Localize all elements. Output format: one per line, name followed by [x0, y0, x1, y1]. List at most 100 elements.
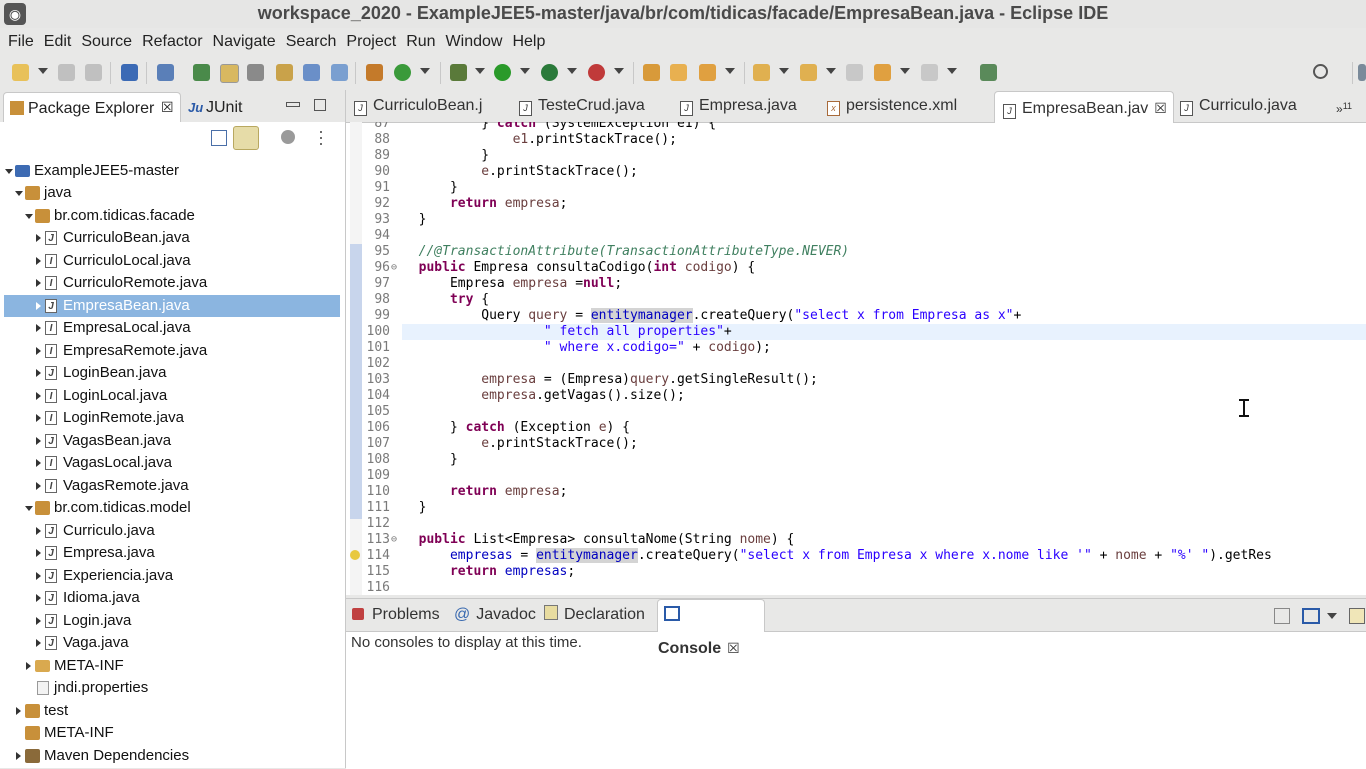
open-console-icon[interactable] [1274, 608, 1290, 624]
tree-item-package[interactable]: br.com.tidicas.model [4, 497, 340, 519]
tree-item-file[interactable]: I VagasLocal.java [4, 452, 340, 474]
run-dropdown-icon[interactable] [520, 68, 530, 74]
overflow-tabs-button[interactable]: »11 [1336, 90, 1352, 122]
tree-item-package[interactable]: br.com.tidicas.facade [4, 205, 340, 227]
run-icon[interactable] [494, 64, 511, 81]
tree-item-file[interactable]: I CurriculoLocal.java [4, 250, 340, 272]
menu-window[interactable]: Window [441, 28, 508, 56]
expand-arrow-icon[interactable] [25, 214, 33, 219]
tree-item-file[interactable]: I LoginLocal.java [4, 385, 340, 407]
skip-breakpoints-icon[interactable] [157, 64, 174, 81]
menu-navigate[interactable]: Navigate [208, 28, 281, 56]
menu-refactor[interactable]: Refactor [137, 28, 207, 56]
tree-item-file[interactable]: I EmpresaRemote.java [4, 340, 340, 362]
expand-arrow-icon[interactable] [36, 414, 41, 422]
open-type-icon[interactable] [276, 64, 293, 81]
menu-edit[interactable]: Edit [39, 28, 77, 56]
tree-item-file[interactable]: J VagasBean.java [4, 430, 340, 452]
search-icon[interactable] [1313, 64, 1328, 79]
expand-arrow-icon[interactable] [26, 662, 31, 670]
toggle-mark-icon[interactable] [193, 64, 210, 81]
expand-arrow-icon[interactable] [36, 347, 41, 355]
menu-help[interactable]: Help [507, 28, 550, 56]
new-console-icon[interactable] [1349, 608, 1365, 624]
menu-source[interactable]: Source [76, 28, 137, 56]
tab-empresa[interactable]: J Empresa.java [680, 90, 797, 122]
next-annotation-icon[interactable] [753, 64, 770, 81]
open-folder-icon[interactable] [643, 64, 660, 81]
paragraph-icon[interactable] [331, 64, 348, 81]
coverage-icon[interactable] [541, 64, 558, 81]
close-icon[interactable]: ☒ [727, 640, 740, 656]
tree-item-file[interactable]: J Curriculo.java [4, 520, 340, 542]
expand-arrow-icon[interactable] [25, 506, 33, 511]
menu-run[interactable]: Run [401, 28, 440, 56]
forward-icon[interactable] [921, 64, 938, 81]
tree-item-file-selected[interactable]: J EmpresaBean.java [4, 295, 340, 317]
back-dropdown-icon[interactable] [900, 68, 910, 74]
tree-item-file[interactable]: J Experiencia.java [4, 565, 340, 587]
link-with-editor-icon[interactable] [233, 126, 259, 150]
expand-arrow-icon[interactable] [36, 572, 41, 580]
new-dropdown-icon[interactable] [38, 68, 48, 74]
tree-item-library[interactable]: Maven Dependencies [4, 745, 340, 767]
terminal-icon[interactable] [121, 64, 138, 81]
tab-empresabean[interactable]: J EmpresaBean.jav ☒ [994, 91, 1174, 123]
collapse-all-icon[interactable] [211, 130, 227, 146]
display-console-dropdown-icon[interactable] [1327, 613, 1337, 619]
fold-toggle-icon[interactable]: ⊖ [391, 532, 397, 548]
tree-item-file[interactable]: J Login.java [4, 610, 340, 632]
expand-arrow-icon[interactable] [5, 169, 13, 174]
tab-curriculo[interactable]: J Curriculo.java [1180, 90, 1297, 122]
tab-junit[interactable]: Ju JUnit [186, 92, 266, 122]
perspective-icon[interactable] [1358, 64, 1366, 81]
tree-item-file[interactable]: J Vaga.java [4, 632, 340, 654]
expand-arrow-icon[interactable] [36, 257, 41, 265]
tab-curriculobean[interactable]: J CurriculoBean.j [354, 90, 482, 122]
next-annotation-dropdown-icon[interactable] [779, 68, 789, 74]
tree-item-file[interactable]: J Idioma.java [4, 587, 340, 609]
tree-item-file[interactable]: I CurriculoRemote.java [4, 272, 340, 294]
external-tools-icon[interactable] [588, 64, 605, 81]
tree-item-file[interactable]: I LoginRemote.java [4, 407, 340, 429]
tab-console[interactable]: Console ☒ [657, 599, 765, 657]
open-resource-icon[interactable] [303, 64, 320, 81]
forward-dropdown-icon[interactable] [947, 68, 957, 74]
tree-item-file[interactable]: jndi.properties [4, 677, 340, 699]
last-edit-icon[interactable] [846, 64, 863, 81]
menu-file[interactable]: File [3, 28, 39, 56]
expand-arrow-icon[interactable] [36, 549, 41, 557]
new-folder-icon[interactable] [670, 64, 687, 81]
expand-arrow-icon[interactable] [36, 437, 41, 445]
menu-project[interactable]: Project [341, 28, 401, 56]
minimize-icon[interactable] [286, 102, 300, 107]
expand-arrow-icon[interactable] [36, 324, 41, 332]
expand-arrow-icon[interactable] [36, 459, 41, 467]
debug-icon[interactable] [450, 64, 467, 81]
expand-arrow-icon[interactable] [36, 302, 41, 310]
pin-editor-icon[interactable] [980, 64, 997, 81]
previous-annotation-dropdown-icon[interactable] [826, 68, 836, 74]
expand-arrow-icon[interactable] [36, 617, 41, 625]
tree-item-file[interactable]: I VagasRemote.java [4, 475, 340, 497]
tab-problems[interactable]: Problems [352, 599, 440, 631]
expand-arrow-icon[interactable] [36, 527, 41, 535]
previous-annotation-icon[interactable] [800, 64, 817, 81]
tree-item-project[interactable]: ExampleJEE5-master [4, 160, 340, 182]
fold-toggle-icon[interactable]: ⊖ [391, 260, 397, 276]
package-icon[interactable] [366, 64, 383, 81]
debug-dropdown-icon[interactable] [475, 68, 485, 74]
wand-dropdown-icon[interactable] [725, 68, 735, 74]
expand-arrow-icon[interactable] [36, 234, 41, 242]
expand-arrow-icon[interactable] [36, 279, 41, 287]
expand-arrow-icon[interactable] [15, 191, 23, 196]
tree-item-source-folder[interactable]: META-INF [4, 722, 340, 744]
tab-persistence-xml[interactable]: x persistence.xml [827, 90, 957, 122]
expand-arrow-icon[interactable] [16, 707, 21, 715]
tree-item-folder[interactable]: META-INF [4, 655, 340, 677]
external-tools-dropdown-icon[interactable] [614, 68, 624, 74]
close-icon[interactable]: ☒ [1154, 100, 1167, 116]
build-icon[interactable] [394, 64, 411, 81]
wand-icon[interactable] [699, 64, 716, 81]
expand-arrow-icon[interactable] [36, 639, 41, 647]
